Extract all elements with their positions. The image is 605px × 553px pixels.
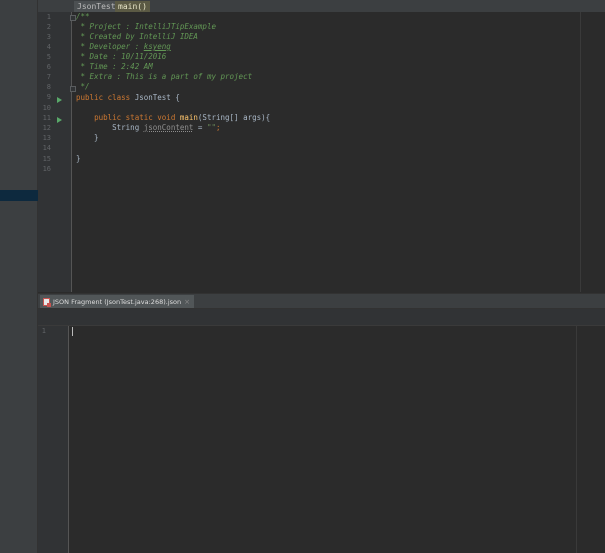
line-number: 4 [46,43,51,51]
line-number: 12 [42,124,51,132]
editor-gutter: 1 2 3 4 5 6 7 8 9 10 11 12 13 14 15 16 [38,12,76,292]
code-line: /** [76,12,90,21]
code-token: = [193,123,207,132]
code-keyword: public static void [94,113,176,122]
line-number: 11 [42,114,51,122]
run-class-icon[interactable] [57,97,62,103]
editor-gutter: 1 [38,326,69,553]
line-number: 8 [46,83,51,91]
line-number: 9 [46,93,51,101]
code-method-name: main [179,113,198,122]
close-icon[interactable]: × [184,298,190,306]
code-line: * Time : 2:42 AM [76,62,153,71]
tab-json-fragment[interactable]: JSON Fragment (JsonTest.java:268).json × [40,295,194,308]
error-stripe[interactable] [580,12,605,292]
line-number: 10 [42,104,51,112]
code-variable: jsonContent [143,123,194,132]
line-number: 7 [46,73,51,81]
line-number: 6 [46,63,51,71]
json-fragment-editor[interactable]: 1 [38,326,605,553]
code-line: String jsonContent = ""; [76,123,221,133]
line-number: 15 [42,155,51,163]
line-number: 1 [46,13,51,21]
code-line: */ [76,82,90,91]
code-line: * Project : IntelliJTipExample [76,22,216,31]
selected-tool-highlight [0,190,38,201]
line-number: 14 [42,144,51,152]
left-tool-strip [0,0,38,553]
code-keyword: public class [76,93,131,102]
text-caret [72,327,73,336]
code-line: * Created by IntelliJ IDEA [76,32,198,41]
json-file-icon [43,297,51,307]
line-number: 13 [42,134,51,142]
line-number: 16 [42,165,51,173]
code-token: * Developer : [76,42,144,51]
breadcrumb-class[interactable]: JsonTest [74,1,119,12]
code-token: String [76,123,144,132]
error-stripe[interactable] [576,326,605,553]
code-line: } [76,154,81,163]
line-number: 1 [41,327,46,335]
code-line: * Developer : ksyeng [76,42,171,52]
line-number: 5 [46,53,51,61]
code-line: * Date : 10/11/2016 [76,52,167,61]
fragment-tab-bar: JSON Fragment (JsonTest.java:268).json × [38,293,605,309]
run-method-icon[interactable] [57,117,62,123]
tab-label: JSON Fragment (JsonTest.java:268).json [53,297,182,306]
code-token: (String[] args){ [197,113,271,122]
code-line: * Extra : This is a part of my project [76,72,253,81]
code-line: public class JsonTest { [76,93,180,103]
code-string: "" [206,123,216,132]
fragment-toolbar [38,309,605,326]
code-line: public static void main(String[] args){ [76,113,270,123]
line-number: 3 [46,33,51,41]
code-token: ; [215,123,221,132]
code-token: ksyeng [143,42,171,51]
breadcrumb-method[interactable]: main() [115,1,150,12]
code-token: JsonTest { [130,93,180,102]
breadcrumb: JsonTest main() [38,0,605,12]
line-number: 2 [46,23,51,31]
code-line: } [76,133,99,142]
code-editor[interactable]: 1 2 3 4 5 6 7 8 9 10 11 12 13 14 15 16 /… [38,12,605,292]
